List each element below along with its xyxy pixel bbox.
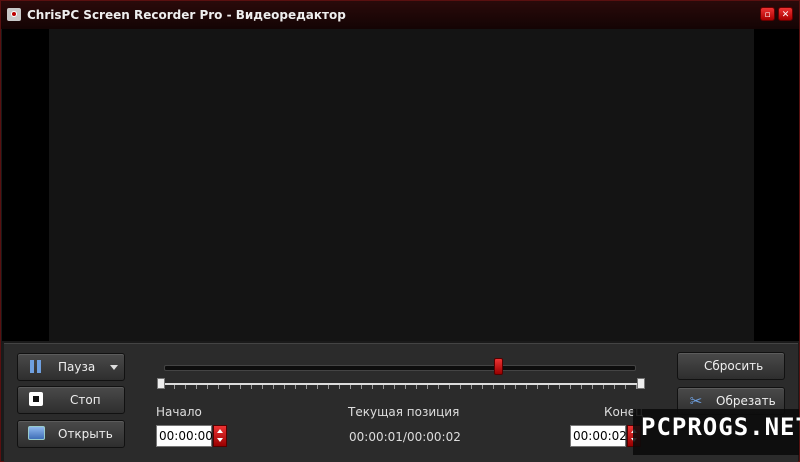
- start-time-field[interactable]: 00:00:00: [156, 425, 213, 447]
- pause-icon: [30, 360, 43, 373]
- stop-button-label: Стоп: [70, 393, 101, 407]
- start-time-stepper[interactable]: [213, 425, 227, 447]
- playhead-handle[interactable]: [493, 358, 503, 375]
- pause-button-label: Пауза: [58, 360, 96, 374]
- current-position-label: Текущая позиция: [348, 405, 460, 419]
- record-icon: [7, 8, 21, 21]
- window-title: ChrisPC Screen Recorder Pro - Видеоредак…: [27, 8, 346, 22]
- trim-start-marker[interactable]: [157, 378, 165, 389]
- close-button[interactable]: ✕: [778, 7, 793, 21]
- video-preview: [49, 29, 754, 341]
- watermark-text: PCPROGS.NET: [641, 413, 800, 441]
- start-label: Начало: [156, 405, 202, 419]
- open-button[interactable]: Открыть: [17, 420, 125, 448]
- seek-track[interactable]: [164, 365, 636, 371]
- reset-button-label: Сбросить: [704, 359, 764, 373]
- minimize-button[interactable]: ▫: [760, 7, 775, 21]
- folder-open-icon: [28, 426, 45, 440]
- current-position-value: 00:00:01/00:00:02: [349, 430, 461, 444]
- stop-button[interactable]: Стоп: [17, 386, 125, 414]
- preview-right-margin: [754, 29, 799, 341]
- cut-button-label: Обрезать: [716, 394, 776, 408]
- stop-icon: [29, 392, 43, 406]
- preview-left-margin: [2, 29, 49, 341]
- trim-end-marker[interactable]: [637, 378, 645, 389]
- pause-button[interactable]: Пауза: [17, 353, 125, 381]
- video-editor-window: ChrisPC Screen Recorder Pro - Видеоредак…: [0, 0, 800, 462]
- end-time-field[interactable]: 00:00:02: [570, 425, 627, 447]
- open-button-label: Открыть: [58, 427, 113, 441]
- chevron-down-icon[interactable]: [110, 365, 118, 370]
- scissors-icon: ✂: [689, 392, 703, 410]
- reset-button[interactable]: Сбросить: [677, 352, 785, 380]
- trim-range-ticks: [163, 385, 639, 389]
- title-bar[interactable]: ChrisPC Screen Recorder Pro - Видеоредак…: [1, 1, 799, 29]
- watermark: PCPROGS.NET: [633, 409, 800, 455]
